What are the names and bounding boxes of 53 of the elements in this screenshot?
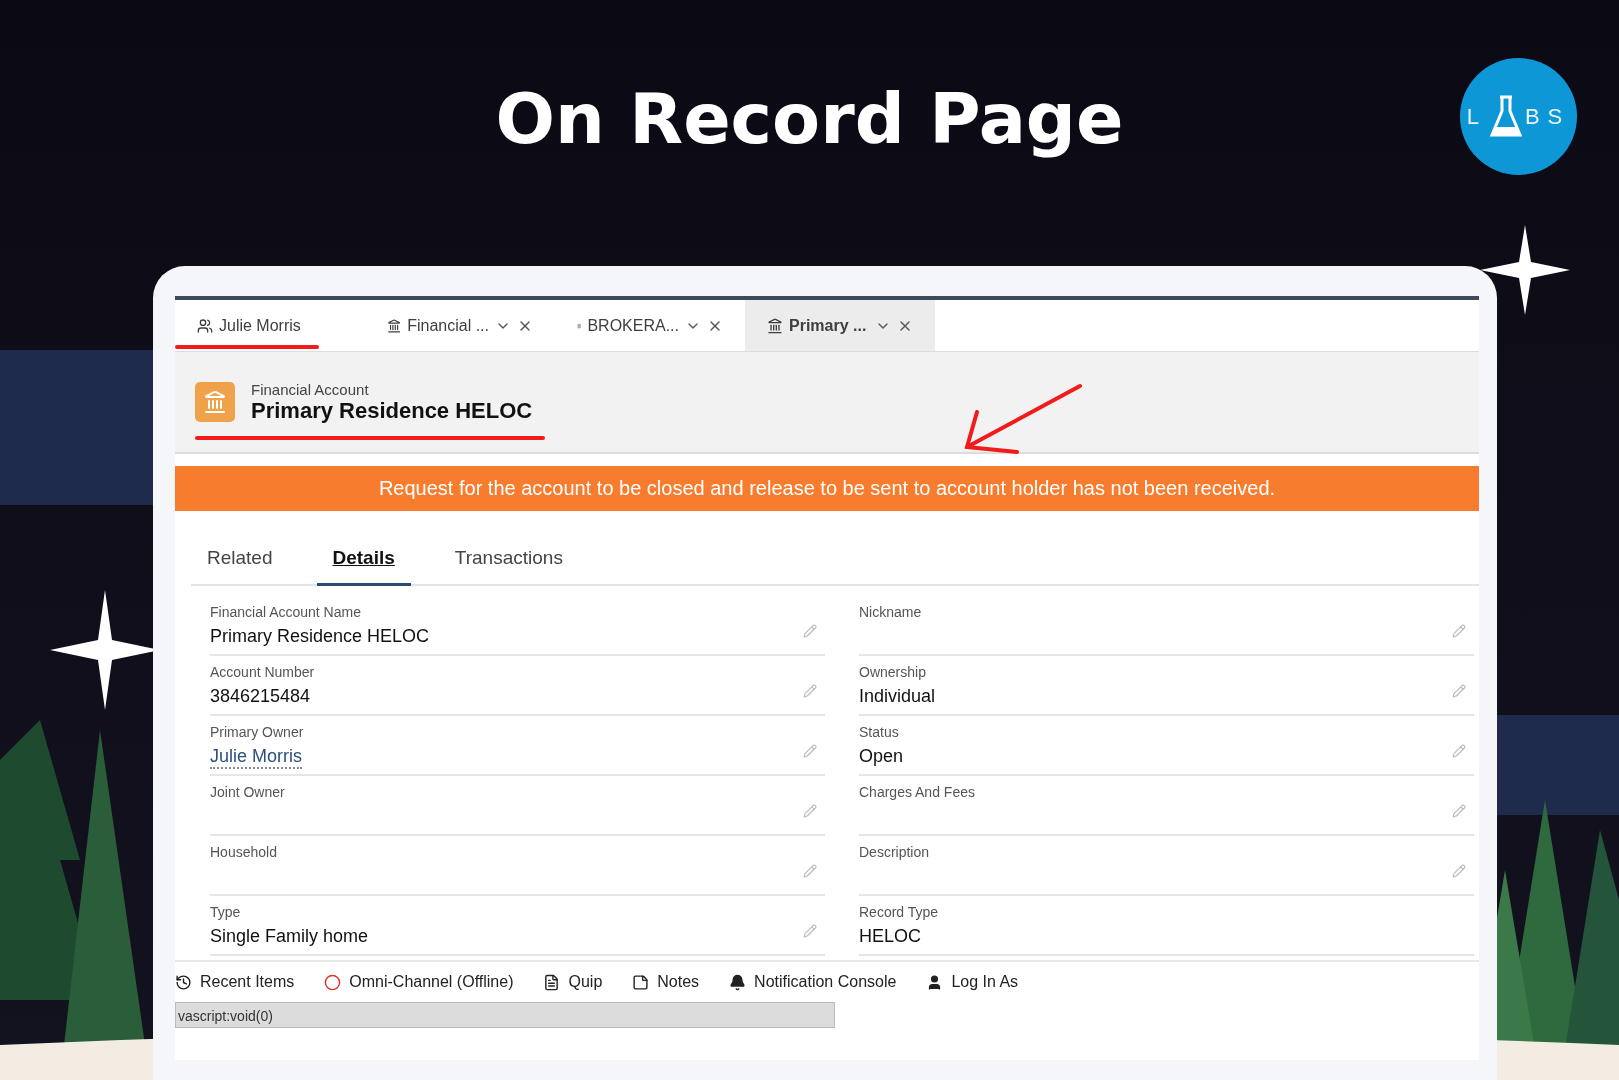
- field-label: Financial Account Name: [210, 604, 362, 620]
- record-tab[interactable]: Transactions: [438, 539, 579, 586]
- pencil-icon[interactable]: [803, 684, 817, 698]
- object-type: Financial Account: [251, 380, 370, 398]
- pencil-icon[interactable]: [1452, 864, 1466, 878]
- pencil-icon[interactable]: [803, 804, 817, 818]
- pencil-icon[interactable]: [1452, 684, 1466, 698]
- utility-item[interactable]: Omni-Channel (Offline): [324, 973, 514, 991]
- field-link[interactable]: Julie Morris: [210, 746, 302, 769]
- utility-item[interactable]: Quip: [543, 973, 603, 991]
- circle-icon: [324, 973, 342, 991]
- field-label: Account Number: [210, 664, 316, 680]
- flask-icon: [1488, 94, 1523, 139]
- record-tab[interactable]: Details: [316, 539, 411, 586]
- field-label: Nickname: [859, 604, 923, 620]
- pencil-icon[interactable]: [803, 744, 817, 758]
- history-icon: [175, 973, 192, 991]
- field-value: Primary Residence HELOC: [210, 626, 430, 647]
- field-label: Description: [859, 844, 931, 860]
- alert-banner: Request for the account to be closed and release to be sent to account holder has not been received.: [175, 466, 1479, 511]
- field-label: Type: [210, 904, 242, 920]
- record-tab[interactable]: Related: [191, 539, 289, 586]
- document-icon: [543, 973, 561, 991]
- record-name: Primary Residence HELOC: [251, 397, 533, 424]
- note-icon: [632, 973, 650, 991]
- field-label: Ownership: [859, 664, 927, 680]
- field-label: Joint Owner: [210, 784, 286, 800]
- field-value: 3846215484: [210, 686, 311, 707]
- page-title: On Record Page: [495, 78, 1124, 160]
- field-value: Single Family home: [210, 926, 369, 947]
- field-value: Open: [859, 746, 904, 767]
- field-label: Primary Owner: [210, 724, 305, 740]
- utility-item[interactable]: Notification Console: [729, 973, 897, 991]
- field-value: HELOC: [859, 926, 921, 947]
- pencil-icon[interactable]: [1452, 624, 1466, 638]
- pencil-icon[interactable]: [803, 624, 817, 638]
- field-label: Record Type: [859, 904, 940, 920]
- field-label: Charges And Fees: [859, 784, 976, 800]
- pencil-icon[interactable]: [803, 924, 817, 938]
- utility-item[interactable]: Recent Items: [175, 973, 295, 991]
- field-label: Household: [210, 844, 278, 860]
- pencil-icon[interactable]: [1452, 744, 1466, 758]
- status-tooltip: vascript:void(0): [175, 1002, 835, 1028]
- pencil-icon[interactable]: [803, 864, 817, 878]
- contact-icon: [197, 317, 213, 334]
- utility-item[interactable]: Log In As: [926, 973, 1019, 991]
- bell-icon: [729, 973, 747, 991]
- labs-logo: L BS: [1460, 58, 1577, 175]
- pencil-icon[interactable]: [1452, 804, 1466, 818]
- console-tab[interactable]: Primary ...: [745, 300, 935, 351]
- utility-item[interactable]: Notes: [632, 973, 700, 991]
- field-value: Individual: [859, 686, 936, 707]
- field-label: Status: [859, 724, 900, 740]
